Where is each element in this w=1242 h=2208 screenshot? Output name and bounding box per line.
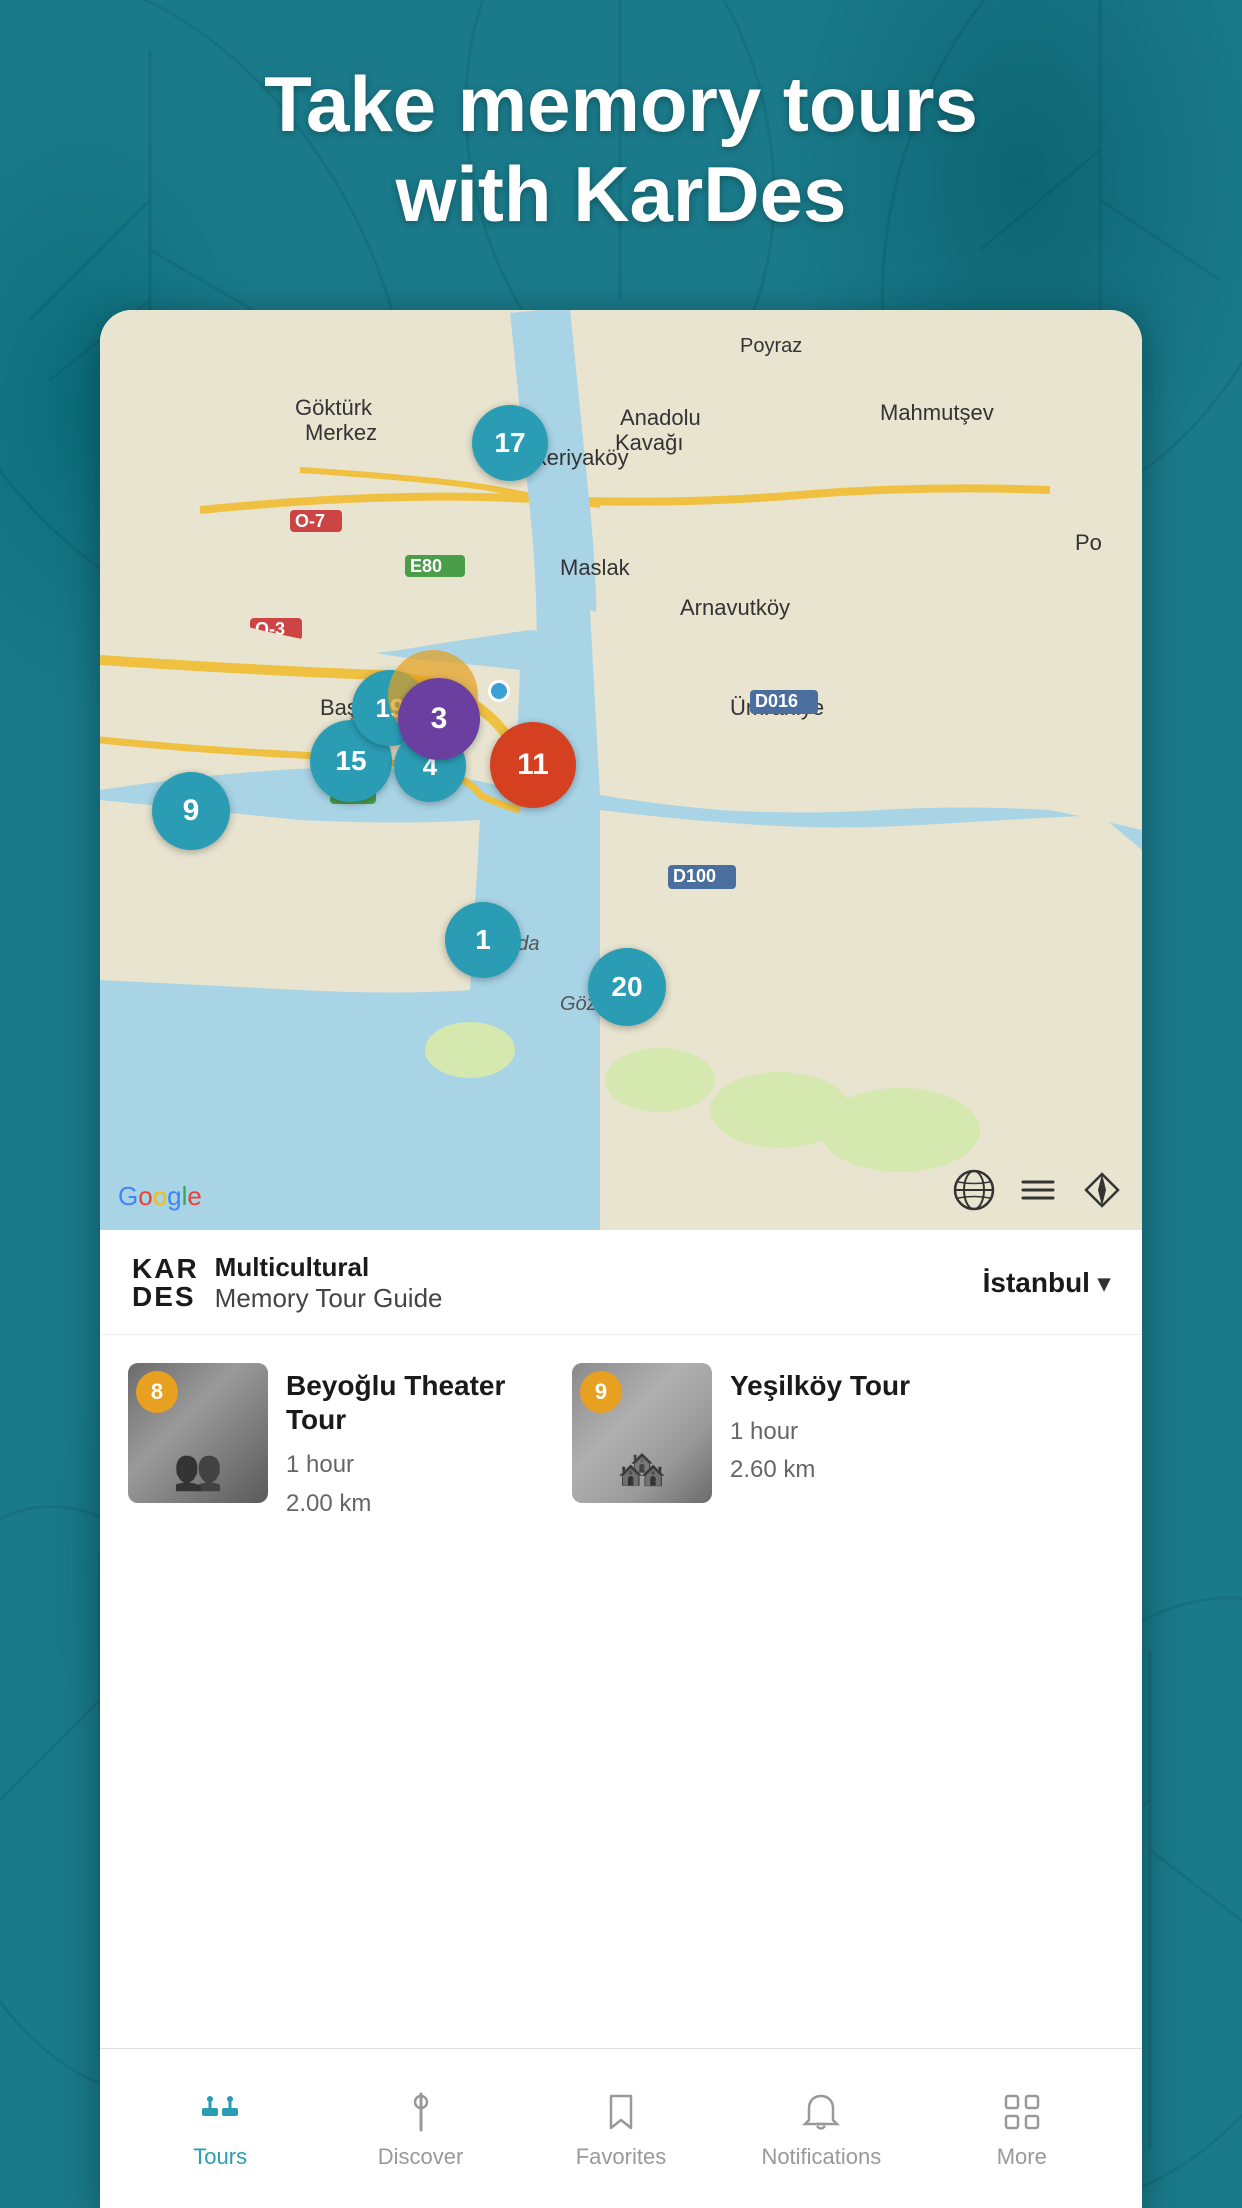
tour-info-beyoglu: Beyoğlu Theater Tour 1 hour 2.00 km	[286, 1363, 540, 1529]
tour-badge-beyoglu: 8	[136, 1371, 178, 1413]
tab-notifications[interactable]: Notifications	[741, 2088, 901, 2170]
more-icon	[998, 2088, 1046, 2136]
map-controls	[952, 1168, 1124, 1212]
tour-info-yesilkoy: Yeşilköy Tour 1 hour 2.60 km	[730, 1363, 984, 1495]
kardes-logo: KAR DES	[132, 1255, 199, 1311]
svg-text:E80: E80	[410, 556, 442, 576]
map-background: E80 O-7 O-3 Göztepe Başakşehi	[100, 310, 1142, 1230]
tours-icon	[196, 2088, 244, 2136]
menu-lines-icon[interactable]	[1016, 1168, 1060, 1212]
marker-small-blue	[488, 680, 510, 702]
location-icon[interactable]	[1080, 1168, 1124, 1212]
svg-text:D100: D100	[673, 866, 716, 886]
marker-20[interactable]: 20	[588, 948, 666, 1026]
tour-badge-yesilkoy: 9	[580, 1371, 622, 1413]
svg-text:O-7: O-7	[295, 511, 325, 531]
svg-text:Kavağı: Kavağı	[615, 430, 684, 455]
chevron-down-icon: ▾	[1098, 1269, 1110, 1298]
map-container[interactable]: E80 O-7 O-3 Göztepe Başakşehi	[100, 310, 1142, 1230]
app-title: Multicultural Memory Tour Guide	[215, 1252, 443, 1314]
svg-text:Mahmutşev: Mahmutşev	[880, 400, 994, 425]
discover-icon	[397, 2088, 445, 2136]
marker-9[interactable]: 9	[152, 772, 230, 850]
app-bar: KAR DES Multicultural Memory Tour Guide …	[100, 1230, 1142, 1335]
svg-text:Maslak: Maslak	[560, 555, 631, 580]
header: Take memory tours with KarDes	[0, 60, 1242, 239]
tab-favorites[interactable]: Favorites	[541, 2088, 701, 2170]
tour-thumb-beyoglu: 8	[128, 1363, 268, 1503]
app-card: E80 O-7 O-3 Göztepe Başakşehi	[100, 310, 1142, 2208]
svg-text:Po: Po	[1075, 530, 1102, 555]
marker-1[interactable]: 1	[445, 902, 521, 978]
notifications-icon	[797, 2088, 845, 2136]
globe-icon[interactable]	[952, 1168, 996, 1212]
tab-tours[interactable]: Tours	[140, 2088, 300, 2170]
tab-bar: Tours Discover Favorites Notifications	[100, 2048, 1142, 2208]
svg-text:Arnavutköy: Arnavutköy	[680, 595, 790, 620]
tour-thumb-yesilkoy: 9	[572, 1363, 712, 1503]
svg-text:Merkez: Merkez	[305, 420, 377, 445]
marker-17[interactable]: 17	[472, 405, 548, 481]
tab-more[interactable]: More	[942, 2088, 1102, 2170]
tab-discover[interactable]: Discover	[341, 2088, 501, 2170]
svg-text:Göktürk: Göktürk	[295, 395, 373, 420]
header-title: Take memory tours with KarDes	[0, 60, 1242, 239]
tour-card-yesilkoy[interactable]: 9 Yeşilköy Tour 1 hour 2.60 km	[568, 1359, 988, 1533]
marker-3[interactable]: 3	[398, 678, 480, 760]
city-selector[interactable]: İstanbul ▾	[983, 1267, 1110, 1299]
marker-11[interactable]: 11	[490, 722, 576, 808]
tour-card-beyoglu[interactable]: 8 Beyoğlu Theater Tour 1 hour 2.00 km	[124, 1359, 544, 1533]
svg-text:Anadolu: Anadolu	[620, 405, 701, 430]
favorites-icon	[597, 2088, 645, 2136]
svg-text:Poyraz: Poyraz	[740, 335, 802, 357]
google-logo: Google	[118, 1181, 202, 1212]
tours-list: 8 Beyoğlu Theater Tour 1 hour 2.00 km 9 …	[100, 1335, 1142, 1557]
svg-text:D016: D016	[755, 691, 798, 711]
app-logo-area: KAR DES Multicultural Memory Tour Guide	[132, 1252, 443, 1314]
